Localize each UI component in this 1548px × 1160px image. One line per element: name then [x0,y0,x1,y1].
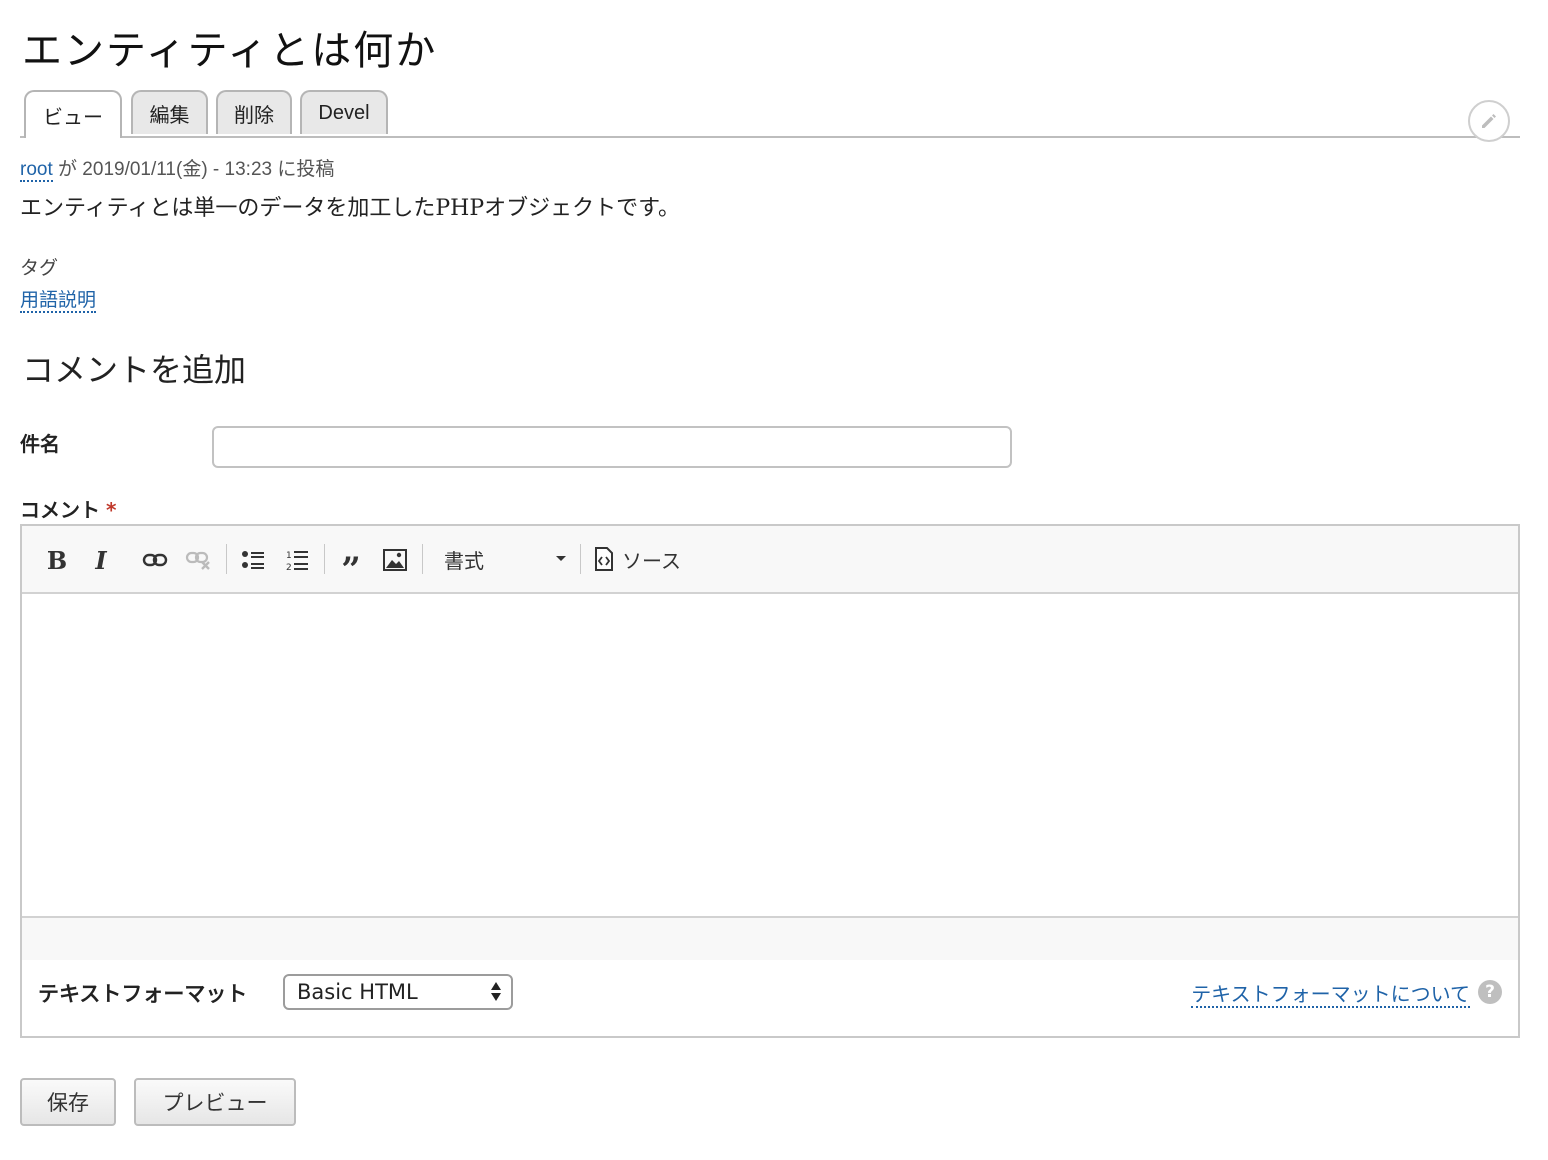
comment-label-text: コメント [20,498,100,522]
format-dropdown[interactable]: 書式 [442,542,570,576]
tab-devel[interactable]: Devel [300,90,388,134]
author-link[interactable]: root [20,159,53,182]
save-button[interactable]: 保存 [20,1078,116,1126]
node-body: エンティティとは単一のデータを加工したPHPオブジェクトです。 [20,196,680,221]
comment-body-editable[interactable] [22,594,1518,916]
source-icon [595,547,613,571]
svg-text:2: 2 [286,563,292,572]
toolbar-separator [226,544,227,574]
select-arrows-icon [491,982,501,1001]
submitted-text: が 2019/01/11(金) - 13:23 に投稿 [52,159,335,180]
blockquote-icon[interactable]: ” [336,545,366,587]
comment-label: コメント * [20,494,116,523]
source-button[interactable]: ソース [594,542,681,576]
link-icon[interactable] [140,545,170,575]
page-title: エンティティとは何か [22,28,438,74]
tags-label: タグ [20,257,59,279]
italic-icon[interactable]: I [86,545,116,575]
format-dropdown-label: 書式 [444,548,484,573]
comment-editor: B I 1 2 ” 書式 ソース テキストフォーマット Basic HTML テ… [20,524,1520,1038]
bold-icon[interactable]: B [42,545,72,575]
tag-link[interactable]: 用語説明 [20,289,97,313]
tab-edit[interactable]: 編集 [131,90,208,134]
toolbar-separator [422,544,423,574]
submitted-info: root が 2019/01/11(金) - 13:23 に投稿 [20,154,335,182]
chevron-down-icon [556,556,566,561]
text-format-label: テキストフォーマット [38,982,248,1006]
editor-toolbar: B I 1 2 ” 書式 ソース [22,526,1518,594]
text-format-help-link[interactable]: テキストフォーマットについて [1191,982,1470,1008]
contextual-edit-pencil-icon[interactable] [1468,100,1510,142]
toolbar-separator [580,544,581,574]
required-marker: * [106,498,117,522]
tab-view[interactable]: ビュー [24,90,122,138]
bulleted-list-icon[interactable] [238,545,268,575]
toolbar-separator [324,544,325,574]
preview-button[interactable]: プレビュー [134,1078,296,1126]
subject-input[interactable] [212,426,1012,468]
source-label: ソース [622,548,681,573]
help-icon[interactable]: ? [1478,980,1502,1004]
image-icon[interactable] [380,545,410,575]
comment-form-heading: コメントを追加 [22,351,247,389]
text-format-select[interactable]: Basic HTML [283,974,513,1010]
text-format-selected: Basic HTML [297,980,418,1004]
numbered-list-icon[interactable]: 1 2 [282,545,312,575]
unlink-icon[interactable] [184,545,214,575]
editor-status-bar [22,916,1518,960]
tab-delete[interactable]: 削除 [216,90,292,134]
primary-tabs: ビュー 編集 削除 Devel [20,90,1520,138]
svg-text:1: 1 [286,551,292,561]
subject-label: 件名 [20,432,60,456]
